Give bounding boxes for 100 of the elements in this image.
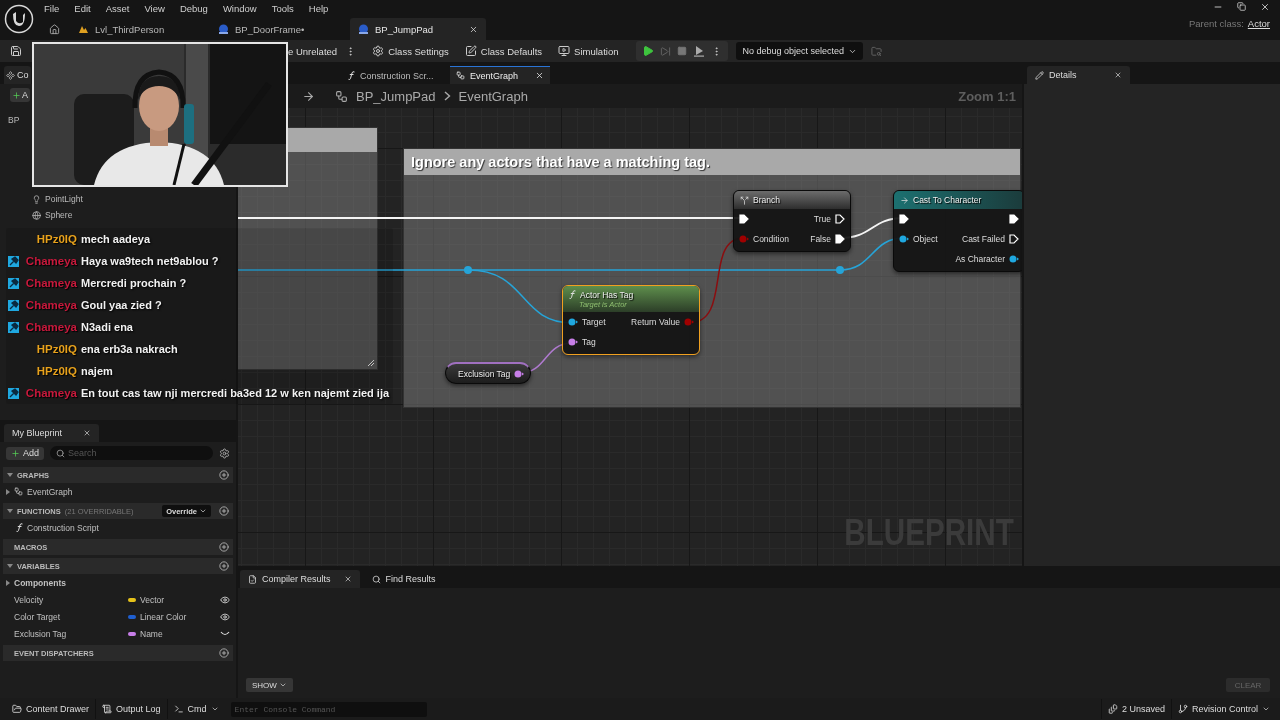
tree-item[interactable]: Sphere bbox=[32, 207, 73, 223]
document-tab[interactable]: BP_JumpPad bbox=[350, 18, 486, 40]
panel-tab[interactable]: Compiler Results bbox=[240, 570, 360, 588]
toolbar-button[interactable]: Class Defaults bbox=[464, 45, 543, 57]
expand-arrow[interactable] bbox=[6, 579, 10, 586]
data-pin[interactable] bbox=[568, 317, 578, 327]
eye-icon[interactable] bbox=[220, 594, 230, 605]
menu-item[interactable]: File bbox=[44, 2, 60, 14]
add-icon[interactable] bbox=[219, 542, 229, 552]
exec-pin[interactable] bbox=[1009, 214, 1019, 224]
panel-tab[interactable]: Co bbox=[4, 66, 31, 84]
stop-icon[interactable] bbox=[677, 46, 688, 56]
chevron-icon bbox=[443, 91, 451, 101]
menu-item[interactable]: Tools bbox=[271, 2, 294, 14]
data-pin[interactable] bbox=[514, 368, 524, 379]
exec-pin[interactable] bbox=[899, 214, 909, 224]
graph-item[interactable]: EventGraph bbox=[0, 483, 236, 500]
close-icon[interactable] bbox=[1260, 2, 1270, 12]
exec-pin[interactable] bbox=[739, 214, 749, 224]
output-log-button[interactable]: Output Log bbox=[96, 699, 168, 719]
search-field[interactable]: Search bbox=[50, 446, 213, 460]
forward-icon[interactable] bbox=[302, 89, 315, 103]
panel-tab[interactable]: Find Results bbox=[363, 570, 444, 588]
menu-item[interactable]: Edit bbox=[74, 2, 91, 14]
graph-tab[interactable]: Construction Scr... bbox=[342, 66, 442, 84]
add-icon[interactable] bbox=[219, 470, 229, 480]
variable-item[interactable]: Color Target Linear Color bbox=[0, 608, 236, 625]
graph-node[interactable]: Branch True Condition False bbox=[733, 190, 851, 252]
unsaved-button[interactable]: 2 Unsaved bbox=[1100, 699, 1172, 719]
menu-item[interactable]: Window bbox=[222, 2, 257, 14]
toolbar-button[interactable]: Simulation bbox=[558, 45, 619, 57]
show-button[interactable]: SHOW bbox=[246, 678, 293, 692]
reroute-knot[interactable] bbox=[836, 266, 844, 274]
hide-unrelated-button[interactable]: e Unrelated bbox=[288, 45, 338, 57]
eject-icon[interactable] bbox=[693, 45, 706, 57]
menu-item[interactable]: Help bbox=[308, 2, 329, 14]
document-tab[interactable]: BP_DoorFrame• bbox=[210, 18, 346, 40]
tree-item[interactable]: PointLight bbox=[32, 191, 83, 207]
exec-pin[interactable] bbox=[835, 214, 845, 224]
revision-control-button[interactable]: Revision Control bbox=[1171, 699, 1276, 719]
close-icon[interactable] bbox=[343, 575, 352, 583]
data-pin[interactable] bbox=[568, 337, 578, 347]
play-icon[interactable] bbox=[642, 45, 655, 57]
add-icon[interactable] bbox=[219, 506, 229, 516]
breadcrumb-link[interactable]: BP_JumpPad bbox=[356, 88, 436, 104]
expand-arrow[interactable] bbox=[7, 509, 13, 513]
save-icon[interactable] bbox=[10, 45, 22, 57]
variable-node[interactable]: Exclusion Tag bbox=[445, 362, 531, 384]
exec-pin[interactable] bbox=[1009, 234, 1019, 244]
expand-arrow[interactable] bbox=[7, 473, 13, 477]
level-icon bbox=[78, 24, 89, 34]
settings-icon[interactable] bbox=[219, 447, 230, 459]
content-drawer-button[interactable]: Content Drawer bbox=[6, 699, 97, 719]
variable-item[interactable]: Exclusion Tag Name bbox=[0, 625, 236, 642]
close-icon[interactable] bbox=[1114, 71, 1122, 79]
graph-tab[interactable]: EventGraph bbox=[450, 66, 550, 84]
graph-icon bbox=[14, 487, 23, 496]
panel-tab[interactable]: Details bbox=[1027, 66, 1130, 84]
expand-arrow[interactable] bbox=[7, 564, 13, 568]
chevron-down-icon bbox=[278, 681, 287, 689]
cmd-dropdown[interactable]: Cmd bbox=[167, 699, 225, 719]
pin-label: Target bbox=[582, 317, 606, 327]
close-icon[interactable] bbox=[535, 71, 544, 80]
chat-message: Haya wa9tech net9ablou ? bbox=[81, 255, 220, 267]
data-pin[interactable] bbox=[899, 234, 909, 244]
add-icon[interactable] bbox=[219, 648, 229, 658]
sphere-icon bbox=[32, 210, 41, 220]
tree-item[interactable]: BP bbox=[8, 112, 20, 128]
home-icon[interactable] bbox=[49, 24, 60, 35]
add-button[interactable]: Add bbox=[6, 446, 44, 460]
reroute-knot[interactable] bbox=[464, 266, 472, 274]
close-icon[interactable] bbox=[469, 24, 478, 34]
data-pin[interactable] bbox=[1009, 254, 1019, 264]
graph-node[interactable]: Cast To Character Object Cast Failed As Character bbox=[893, 190, 1022, 272]
function-item[interactable]: Construction Script bbox=[0, 519, 236, 536]
menu-item[interactable]: View bbox=[144, 2, 165, 14]
resize-grip-icon[interactable] bbox=[367, 359, 375, 367]
expand-arrow[interactable] bbox=[6, 488, 10, 495]
document-tab[interactable]: Lvl_ThirdPerson bbox=[70, 18, 206, 40]
parent-class-link[interactable]: Actor bbox=[1247, 18, 1270, 29]
variable-item[interactable]: Velocity Vector bbox=[0, 591, 236, 608]
debug-object-dropdown[interactable]: No debug object selected bbox=[736, 42, 864, 60]
pin-label: False bbox=[810, 234, 831, 244]
add-button[interactable]: A bbox=[10, 88, 30, 102]
close-icon[interactable] bbox=[83, 429, 92, 437]
category-item[interactable]: Components bbox=[0, 574, 236, 591]
exec-pin[interactable] bbox=[835, 234, 845, 244]
menu-item[interactable]: Asset bbox=[105, 2, 130, 14]
scroll-icon bbox=[102, 704, 113, 714]
restore-icon[interactable] bbox=[1237, 2, 1246, 11]
eye-icon[interactable] bbox=[220, 611, 230, 622]
breadcrumb-link[interactable]: EventGraph bbox=[458, 88, 528, 104]
panel-tab[interactable]: My Blueprint bbox=[4, 424, 100, 442]
closed-eye-icon[interactable] bbox=[220, 630, 230, 637]
chevron-down-icon bbox=[1262, 705, 1270, 713]
toolbar-button[interactable]: Class Settings bbox=[372, 45, 449, 57]
menu-item[interactable]: Debug bbox=[179, 2, 208, 14]
add-icon[interactable] bbox=[219, 561, 229, 571]
chat-message: najem bbox=[81, 365, 114, 377]
chat-username: HPz0IQ bbox=[35, 365, 77, 377]
